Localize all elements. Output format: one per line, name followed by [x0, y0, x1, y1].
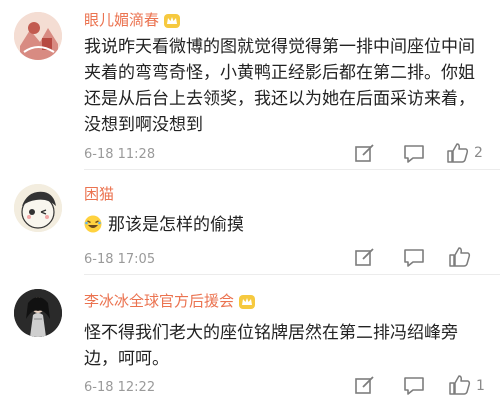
comment-item: 眼儿媚滴春 我说昨天看微博的图就觉得觉得第一排中间座位中间夹着的弯弯奇怪，小黄鸭…: [0, 0, 500, 163]
like-count: 1: [476, 378, 485, 394]
like-icon[interactable]: [448, 246, 472, 268]
edit-icon[interactable]: [353, 143, 377, 165]
timestamp: 6-18 11:28: [84, 147, 156, 162]
comment-icon[interactable]: [402, 143, 426, 165]
avatar-photo-icon: [14, 289, 62, 337]
username[interactable]: 眼儿媚滴春: [84, 9, 181, 30]
avatar-cartoon-face-icon: [14, 184, 62, 232]
like-icon[interactable]: [446, 142, 470, 164]
username[interactable]: 李冰冰全球官方后援会: [84, 290, 256, 311]
username-text[interactable]: 眼儿媚滴春: [84, 11, 159, 29]
username[interactable]: 困猫: [84, 183, 114, 204]
comment-text: 我说昨天看微博的图就觉得觉得第一排中间座位中间夹着的弯弯奇怪，小黄鸭正经影后都在…: [84, 37, 475, 135]
comment-text: 那该是怎样的偷摸: [84, 212, 488, 238]
user-avatar[interactable]: [14, 12, 62, 60]
edit-icon[interactable]: [353, 375, 377, 397]
user-avatar[interactable]: [14, 184, 62, 232]
username-text[interactable]: 李冰冰全球官方后援会: [84, 292, 234, 310]
crown-badge-icon: [164, 13, 181, 28]
comment-text-body: 那该是怎样的偷摸: [108, 215, 244, 235]
avatar-illustration-icon: [14, 12, 62, 60]
comment-item: 困猫 那该是怎样的偷摸 6-18 17:05: [0, 170, 500, 280]
user-avatar[interactable]: [14, 289, 62, 337]
timestamp: 6-18 12:22: [84, 380, 156, 395]
like-count: 2: [474, 145, 483, 161]
comment-icon[interactable]: [402, 247, 426, 269]
timestamp: 6-18 17:05: [84, 252, 156, 267]
edit-icon[interactable]: [353, 247, 377, 269]
comment-item: 李冰冰全球官方后援会 怪不得我们老大的座位铭牌居然在第二排冯绍峰旁边，呵呵。 6…: [0, 275, 500, 405]
comment-text: 怪不得我们老大的座位铭牌居然在第二排冯绍峰旁边，呵呵。: [84, 323, 458, 369]
laughing-emoji-icon: [84, 215, 102, 233]
comment-icon[interactable]: [402, 375, 426, 397]
crown-badge-icon: [239, 294, 256, 309]
like-icon[interactable]: [448, 374, 472, 396]
username-text[interactable]: 困猫: [84, 185, 114, 203]
